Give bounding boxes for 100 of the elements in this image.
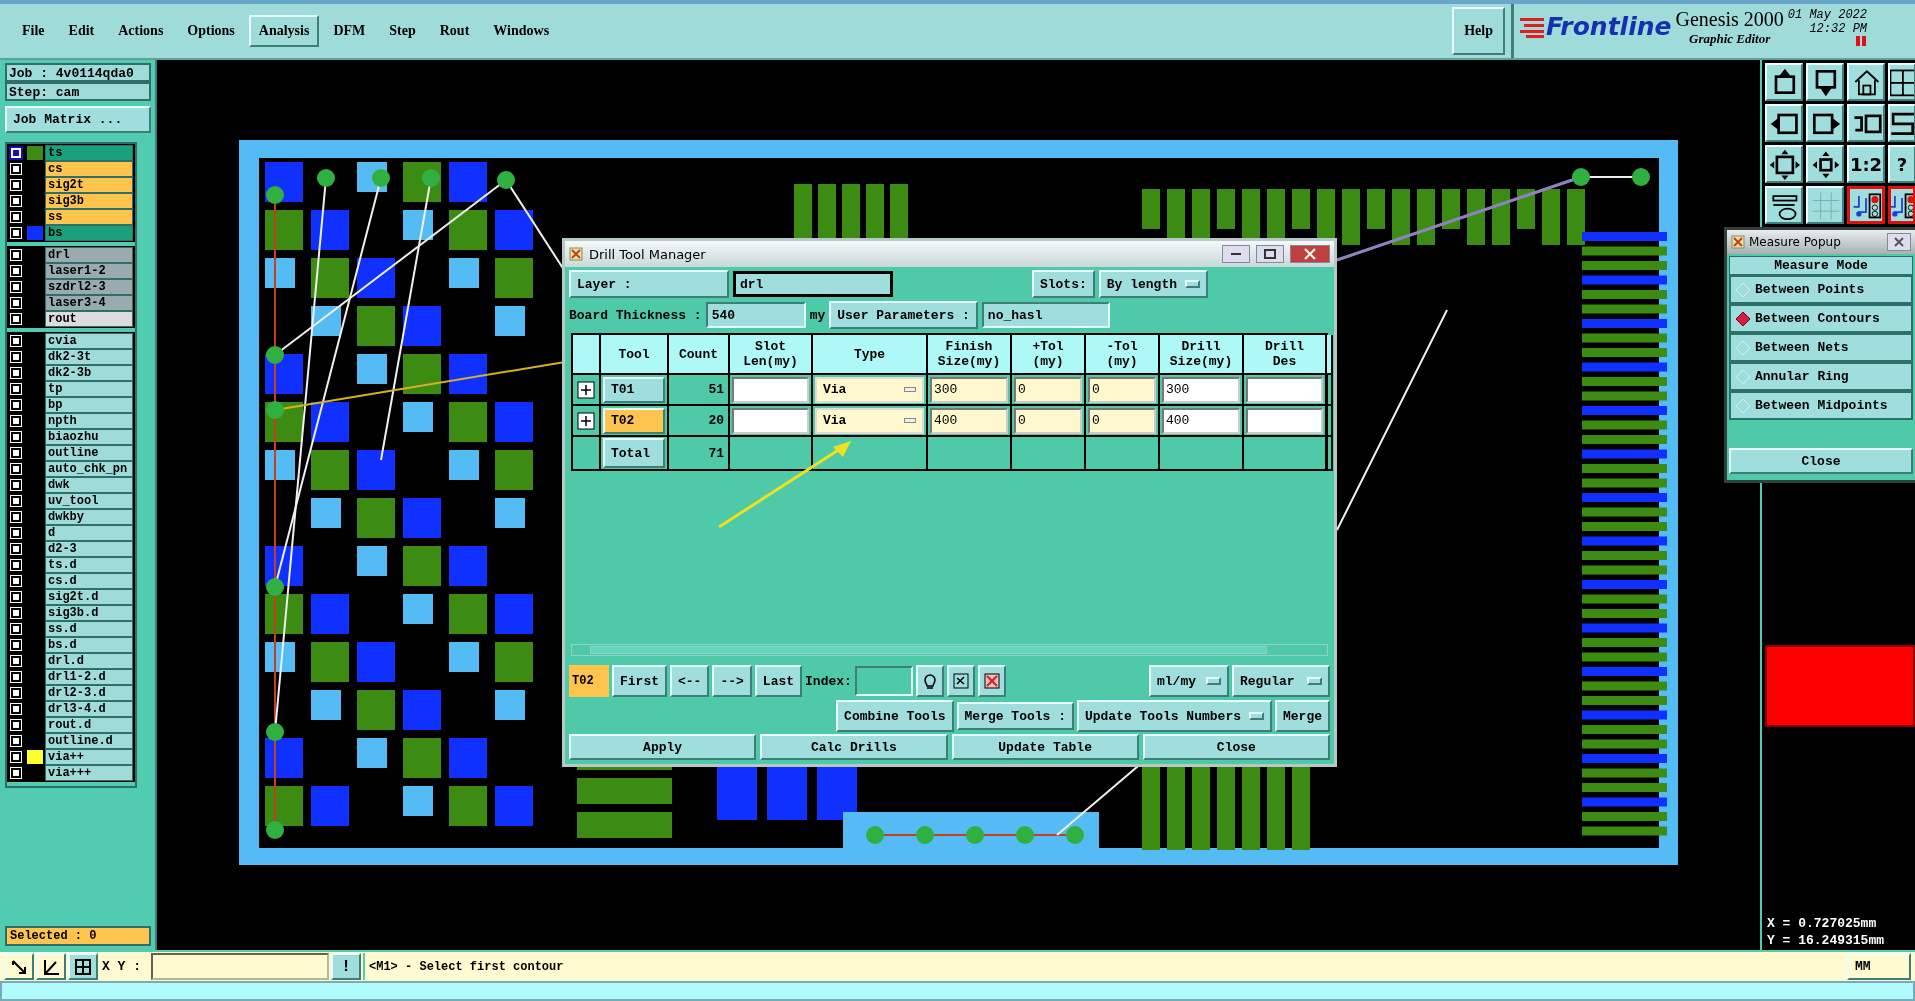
layer-checkbox[interactable] xyxy=(11,250,21,260)
layer-name[interactable]: via+++ xyxy=(45,765,133,781)
layer-checkbox[interactable] xyxy=(11,212,21,222)
action-button[interactable]: Calc Drills xyxy=(760,734,948,760)
menu-item[interactable]: Rout xyxy=(429,15,480,47)
layer-checkbox[interactable] xyxy=(11,448,21,458)
menu-item[interactable]: Actions xyxy=(108,15,174,47)
toolbar-button[interactable]: ? xyxy=(1888,145,1915,183)
layer-checkbox[interactable] xyxy=(11,560,21,570)
layer-checkbox[interactable] xyxy=(11,196,21,206)
layer-name[interactable]: outline.d xyxy=(45,733,133,749)
layer-checkbox[interactable] xyxy=(11,416,21,426)
measure-mode-option[interactable]: Between Contours xyxy=(1729,304,1913,333)
drill-des-field[interactable] xyxy=(1246,376,1323,403)
layer-name[interactable]: laser3-4 xyxy=(45,295,133,311)
combine-tools-button[interactable]: Combine Tools xyxy=(836,700,954,732)
alert-button[interactable]: ! xyxy=(331,953,361,980)
layer-checkbox[interactable] xyxy=(11,314,21,324)
layer-name[interactable]: auto_chk_pn xyxy=(45,461,133,477)
menu-item[interactable]: Edit xyxy=(58,15,105,47)
layer-checkbox[interactable] xyxy=(11,400,21,410)
layer-name[interactable]: drl.d xyxy=(45,653,133,669)
maximize-button[interactable] xyxy=(1256,245,1284,263)
layer-checkbox[interactable] xyxy=(11,352,21,362)
plus-tolerance-field[interactable]: 0 xyxy=(1014,407,1082,434)
merge-button[interactable]: Merge xyxy=(1275,700,1330,732)
layer-name[interactable]: cs.d xyxy=(45,573,133,589)
menu-item[interactable]: Windows xyxy=(483,15,560,47)
layer-checkbox[interactable] xyxy=(11,266,21,276)
layer-name[interactable]: dwk xyxy=(45,477,133,493)
type-dropdown[interactable]: Via xyxy=(815,376,924,403)
board-thickness-field[interactable]: 540 xyxy=(705,302,806,328)
menu-item[interactable]: File xyxy=(12,15,55,47)
layer-name[interactable]: sig3b xyxy=(45,193,133,209)
layer-name[interactable]: ss.d xyxy=(45,621,133,637)
layer-checkbox[interactable] xyxy=(11,464,21,474)
layer-name[interactable]: bs xyxy=(45,225,133,241)
merge-mode-dropdown[interactable]: Update Tools Numbers xyxy=(1076,700,1272,732)
minus-tolerance-field[interactable]: 0 xyxy=(1088,407,1156,434)
layer-name[interactable]: d xyxy=(45,525,133,541)
help-menu[interactable]: Help xyxy=(1452,7,1505,55)
menu-item[interactable]: Options xyxy=(177,15,245,47)
action-button[interactable]: Update Table xyxy=(951,734,1139,760)
layer-name[interactable]: cs xyxy=(45,161,133,177)
layer-name[interactable]: biaozhu xyxy=(45,429,133,445)
tool-button[interactable] xyxy=(68,953,98,980)
layer-checkbox[interactable] xyxy=(11,496,21,506)
layer-name[interactable]: cvia xyxy=(45,333,133,349)
layer-name[interactable]: sig2t xyxy=(45,177,133,193)
layer-name[interactable]: dk2-3b xyxy=(45,365,133,381)
nav-button[interactable]: --> xyxy=(712,665,752,697)
layer-name[interactable]: rout xyxy=(45,311,133,327)
layer-checkbox[interactable] xyxy=(11,656,21,666)
layer-checkbox[interactable] xyxy=(11,384,21,394)
layer-name[interactable]: drl2-3.d xyxy=(45,685,133,701)
layer-checkbox[interactable] xyxy=(11,704,21,714)
layer-checkbox[interactable] xyxy=(11,528,21,538)
nav-button[interactable]: <-- xyxy=(670,665,710,697)
layer-name[interactable]: drl xyxy=(45,247,133,263)
toolbar-button[interactable] xyxy=(1888,186,1915,224)
close-button[interactable] xyxy=(1290,245,1330,263)
drill-des-field[interactable] xyxy=(1246,407,1323,434)
layer-checkbox[interactable] xyxy=(11,336,21,346)
icon-button[interactable] xyxy=(946,665,975,697)
layer-name[interactable]: szdrl2-3 xyxy=(45,279,133,295)
layer-name[interactable]: laser1-2 xyxy=(45,263,133,279)
layer-checkbox[interactable] xyxy=(11,298,21,308)
layer-checkbox[interactable] xyxy=(11,576,21,586)
layer-checkbox[interactable] xyxy=(11,736,21,746)
layer-name[interactable]: bp xyxy=(45,397,133,413)
layer-name[interactable]: rout.d xyxy=(45,717,133,733)
toolbar-button[interactable]: 1:2 xyxy=(1847,145,1885,183)
layer-checkbox[interactable] xyxy=(11,432,21,442)
layer-checkbox[interactable] xyxy=(11,672,21,682)
layer-name[interactable]: uv_tool xyxy=(45,493,133,509)
layer-checkbox[interactable] xyxy=(11,752,21,762)
close-button[interactable]: Close xyxy=(1729,448,1913,474)
layer-checkbox[interactable] xyxy=(11,592,21,602)
layer-name[interactable]: dwkby xyxy=(45,509,133,525)
layer-checkbox[interactable] xyxy=(11,768,21,778)
layer-name[interactable]: drl3-4.d xyxy=(45,701,133,717)
layer-name[interactable]: sig3b.d xyxy=(45,605,133,621)
layer-checkbox[interactable] xyxy=(11,688,21,698)
layer-field[interactable]: drl xyxy=(733,271,893,297)
layer-checkbox[interactable] xyxy=(11,164,21,174)
layer-checkbox[interactable] xyxy=(11,608,21,618)
tool-button[interactable]: T01 xyxy=(603,376,665,403)
menu-item[interactable]: DFM xyxy=(323,15,376,47)
slots-dropdown[interactable]: By length xyxy=(1098,270,1208,298)
minimize-button[interactable] xyxy=(1222,245,1250,263)
horizontal-scrollbar[interactable] xyxy=(571,644,1328,656)
layer-name[interactable]: ts xyxy=(45,145,133,161)
xy-input-field[interactable] xyxy=(151,953,329,980)
layer-checkbox[interactable] xyxy=(11,480,21,490)
action-button[interactable]: Close xyxy=(1142,734,1330,760)
layer-checkbox[interactable] xyxy=(11,228,21,238)
slot-length-field[interactable] xyxy=(732,407,809,434)
minus-tolerance-field[interactable]: 0 xyxy=(1088,376,1156,403)
tool-button[interactable] xyxy=(36,953,66,980)
action-button[interactable]: Apply xyxy=(569,734,757,760)
